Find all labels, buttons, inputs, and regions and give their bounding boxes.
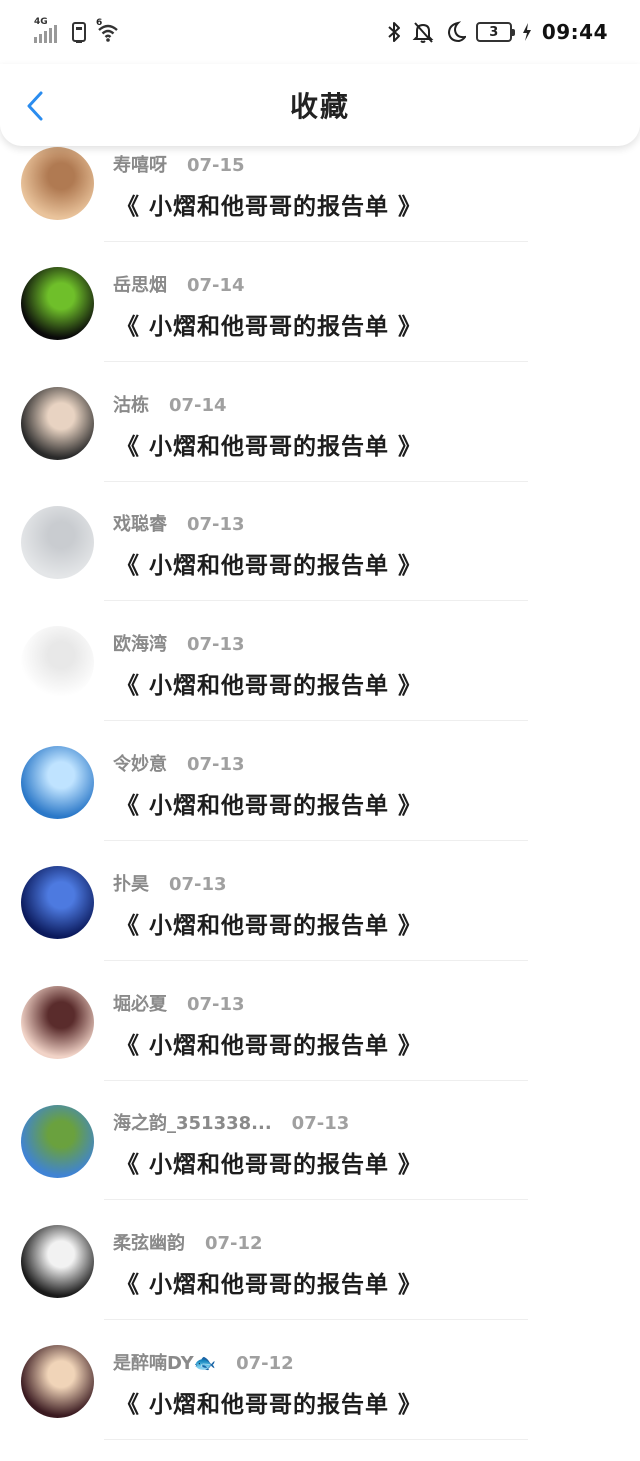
mute-bell-icon <box>412 22 434 43</box>
post-date: 07-13 <box>169 873 227 895</box>
favorites-list: 寿嘻呀 07-15 《 小熠和他哥哥的报告单 》岳思烟 07-14 《 小熠和他哥哥的报… <box>0 143 640 1461</box>
author-name[interactable]: 令妙意 <box>113 750 167 776</box>
avatar[interactable] <box>21 506 94 580</box>
back-button[interactable] <box>20 88 50 124</box>
post-date: 07-12 <box>205 1233 263 1255</box>
author-name[interactable]: 岳思烟 <box>113 271 167 297</box>
list-item[interactable]: 戏聪睿 07-13 《 小熠和他哥哥的报告单 》 <box>0 502 640 622</box>
avatar[interactable] <box>21 266 94 340</box>
divider <box>104 1319 528 1321</box>
list-item[interactable]: 扑昊 07-13 《 小熠和他哥哥的报告单 》 <box>0 862 640 982</box>
top-navigation-bar: 收藏 <box>0 64 640 146</box>
avatar[interactable] <box>21 147 94 220</box>
item-meta: 岳思烟 07-14 <box>113 271 245 297</box>
charging-bolt-icon <box>522 23 531 41</box>
item-meta: 寿嘻呀 07-15 <box>113 151 245 177</box>
item-meta: 海之韵_351338... 07-13 <box>113 1109 349 1135</box>
post-date: 07-12 <box>236 1352 294 1374</box>
author-name[interactable]: 寿嘻呀 <box>113 151 167 177</box>
post-date: 07-13 <box>187 993 245 1015</box>
status-time: 09:44 <box>541 20 608 44</box>
author-name[interactable]: 沽栋 <box>113 391 149 417</box>
list-item[interactable]: 沽栋 07-14 《 小熠和他哥哥的报告单 》 <box>0 383 640 503</box>
list-item[interactable]: 岳思烟 07-14 《 小熠和他哥哥的报告单 》 <box>0 263 640 383</box>
item-title[interactable]: 《 小熠和他哥哥的报告单 》 <box>116 1385 422 1419</box>
status-left: 4G 6 <box>32 17 120 45</box>
post-date: 07-13 <box>187 634 245 656</box>
bluetooth-icon <box>388 22 400 42</box>
do-not-disturb-moon-icon <box>447 21 466 43</box>
list-item[interactable]: 堀必夏 07-13 《 小熠和他哥哥的报告单 》 <box>0 982 640 1102</box>
item-title[interactable]: 《 小熠和他哥哥的报告单 》 <box>116 427 422 461</box>
item-meta: 扑昊 07-13 <box>113 870 227 896</box>
divider <box>104 839 528 841</box>
avatar[interactable] <box>21 865 94 939</box>
battery-level: 3 <box>489 24 499 40</box>
status-bar: 4G 6 3 09:44 <box>0 0 640 64</box>
battery-icon: 3 <box>475 22 515 42</box>
item-title[interactable]: 《 小熠和他哥哥的报告单 》 <box>116 666 422 700</box>
list-item[interactable]: 海之韵_351338... 07-13 《 小熠和他哥哥的报告单 》 <box>0 1101 640 1221</box>
avatar[interactable] <box>21 386 94 460</box>
item-title[interactable]: 《 小熠和他哥哥的报告单 》 <box>116 906 422 940</box>
chevron-left-icon <box>27 91 43 121</box>
item-title[interactable]: 《 小熠和他哥哥的报告单 》 <box>116 1026 422 1060</box>
wifi-standard-label: 6 <box>96 18 103 28</box>
item-meta: 沽栋 07-14 <box>113 391 227 417</box>
item-title[interactable]: 《 小熠和他哥哥的报告单 》 <box>116 786 422 820</box>
avatar[interactable] <box>21 626 94 700</box>
avatar[interactable] <box>21 1105 94 1179</box>
item-title[interactable]: 《 小熠和他哥哥的报告单 》 <box>116 1265 422 1299</box>
list-item[interactable]: 柔弦幽韵 07-12 《 小熠和他哥哥的报告单 》 <box>0 1221 640 1341</box>
item-meta: 戏聪睿 07-13 <box>113 510 245 536</box>
sim-card-icon <box>72 22 86 43</box>
divider <box>104 600 528 602</box>
avatar[interactable] <box>21 1344 94 1418</box>
divider <box>104 241 528 242</box>
wifi-icon: 6 <box>96 18 120 43</box>
item-meta: 令妙意 07-13 <box>113 750 245 776</box>
divider <box>104 1199 528 1201</box>
cellular-signal-icon: 4G <box>32 17 62 45</box>
list-item[interactable]: 欧海湾 07-13 《 小熠和他哥哥的报告单 》 <box>0 622 640 742</box>
divider <box>104 720 528 722</box>
author-name[interactable]: 堀必夏 <box>113 990 167 1016</box>
author-name[interactable]: 柔弦幽韵 <box>113 1229 185 1255</box>
divider <box>104 1438 528 1440</box>
divider <box>104 959 528 961</box>
post-date: 07-13 <box>291 1113 350 1135</box>
post-date: 07-15 <box>187 155 245 176</box>
divider <box>104 1079 528 1081</box>
item-title[interactable]: 《 小熠和他哥哥的报告单 》 <box>116 546 422 580</box>
author-name[interactable]: 是醉喃DY🐟 <box>113 1349 216 1375</box>
post-date: 07-13 <box>187 753 245 775</box>
item-meta: 欧海湾 07-13 <box>113 630 245 656</box>
post-date: 07-13 <box>187 514 245 536</box>
avatar[interactable] <box>21 985 94 1059</box>
avatar[interactable] <box>21 1225 94 1299</box>
list-item[interactable]: 寿嘻呀 07-15 《 小熠和他哥哥的报告单 》 <box>0 143 640 263</box>
item-title[interactable]: 《 小熠和他哥哥的报告单 》 <box>116 307 422 341</box>
post-date: 07-14 <box>169 394 227 416</box>
post-date: 07-14 <box>187 274 245 296</box>
item-title[interactable]: 《 小熠和他哥哥的报告单 》 <box>116 1145 422 1179</box>
author-name[interactable]: 海之韵_351338... <box>113 1109 272 1135</box>
author-name[interactable]: 戏聪睿 <box>113 510 167 536</box>
author-name[interactable]: 扑昊 <box>113 870 149 896</box>
status-right: 3 09:44 <box>386 20 608 44</box>
page-title: 收藏 <box>289 90 350 123</box>
item-title[interactable]: 《 小熠和他哥哥的报告单 》 <box>116 187 422 221</box>
item-meta: 堀必夏 07-13 <box>113 990 245 1016</box>
author-name[interactable]: 欧海湾 <box>113 630 167 656</box>
divider <box>104 360 528 362</box>
item-meta: 是醉喃DY🐟 07-12 <box>113 1349 294 1375</box>
divider <box>104 480 528 482</box>
list-item[interactable]: 是醉喃DY🐟 07-12 《 小熠和他哥哥的报告单 》 <box>0 1341 640 1461</box>
item-meta: 柔弦幽韵 07-12 <box>113 1229 263 1255</box>
avatar[interactable] <box>21 745 94 819</box>
list-item[interactable]: 令妙意 07-13 《 小熠和他哥哥的报告单 》 <box>0 742 640 862</box>
